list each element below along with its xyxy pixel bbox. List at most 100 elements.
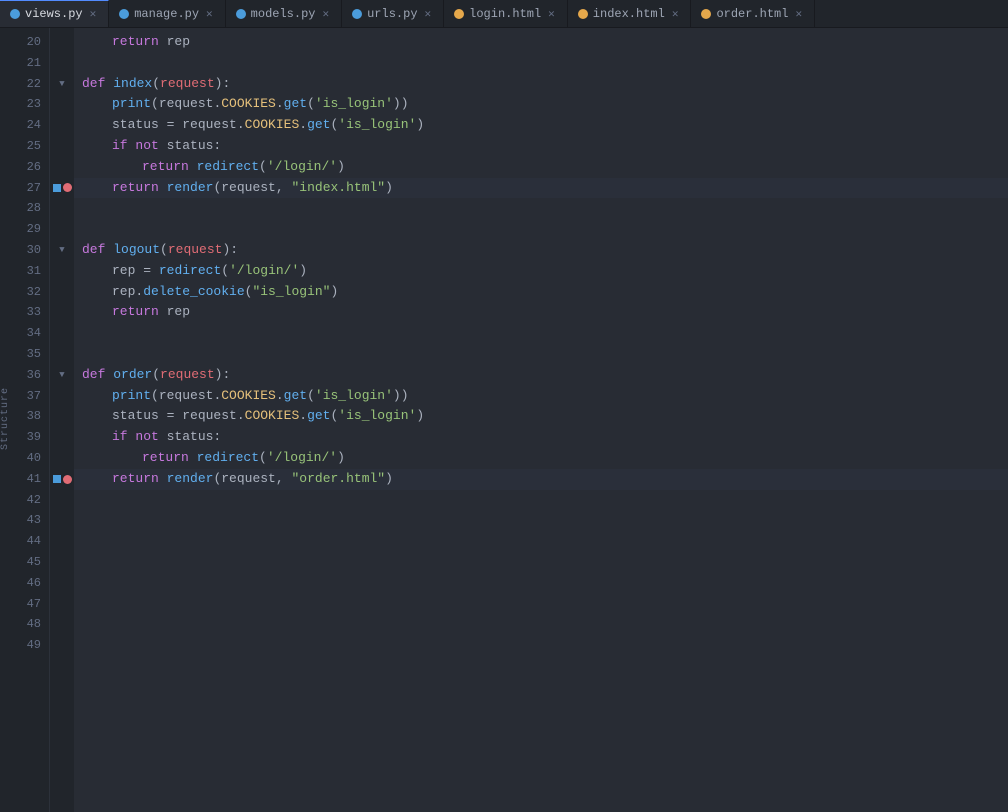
gutter: ▼ ▼ xyxy=(50,28,74,812)
tab-close-icon[interactable]: ✕ xyxy=(320,7,331,21)
tab-manage-py[interactable]: manage.py ✕ xyxy=(109,0,225,27)
tab-close-icon[interactable]: ✕ xyxy=(204,7,215,21)
line-num-47: 47 xyxy=(16,594,41,615)
gutter-cell-27[interactable] xyxy=(50,178,74,199)
line-num-34: 34 xyxy=(16,323,41,344)
gutter-cell-22[interactable]: ▼ xyxy=(50,74,74,95)
line-num-21: 21 xyxy=(16,53,41,74)
fold-icon-30[interactable]: ▼ xyxy=(59,245,64,255)
gutter-cell-34 xyxy=(50,323,74,344)
breakpoint-icon-27[interactable] xyxy=(63,183,72,192)
line-num-46: 46 xyxy=(16,573,41,594)
tab-close-icon[interactable]: ✕ xyxy=(88,7,99,21)
gutter-cell-29 xyxy=(50,219,74,240)
fold-icon-36[interactable]: ▼ xyxy=(59,370,64,380)
tab-bar: views.py ✕ manage.py ✕ models.py ✕ urls.… xyxy=(0,0,1008,28)
line-num-20: 20 xyxy=(16,32,41,53)
code-line-30: def logout ( request ) : xyxy=(74,240,1008,261)
breakpoint-icon-41[interactable] xyxy=(63,475,72,484)
code-line-24: status = request . COOKIES . get ( 'is_l… xyxy=(74,115,1008,136)
line-num-29: 29 xyxy=(16,219,41,240)
gutter-cell-41[interactable] xyxy=(50,469,74,490)
bookmark-icon-41[interactable] xyxy=(53,475,61,483)
gutter-cell-47 xyxy=(50,594,74,615)
gutter-cell-49 xyxy=(50,635,74,656)
gutter-cell-37 xyxy=(50,386,74,407)
gutter-cell-24 xyxy=(50,115,74,136)
code-line-20: return rep xyxy=(74,32,1008,53)
html-icon xyxy=(578,9,588,19)
gutter-cell-30[interactable]: ▼ xyxy=(50,240,74,261)
structure-sidebar: Structure xyxy=(0,28,12,812)
code-line-46 xyxy=(74,573,1008,594)
tab-label: login.html xyxy=(469,7,541,21)
tab-index-html[interactable]: index.html ✕ xyxy=(568,0,692,27)
editor-area: 20 21 22 23 24 25 26 27 28 29 30 31 32 3… xyxy=(12,28,1008,812)
gutter-cell-43 xyxy=(50,510,74,531)
gutter-cell-33 xyxy=(50,302,74,323)
gutter-cell-36[interactable]: ▼ xyxy=(50,365,74,386)
editor-container: Structure 20 21 22 23 24 25 26 27 28 29 … xyxy=(0,28,1008,812)
line-num-26: 26 xyxy=(16,157,41,178)
py-icon xyxy=(352,9,362,19)
tab-close-icon[interactable]: ✕ xyxy=(670,7,681,21)
gutter-cell-23 xyxy=(50,94,74,115)
line-num-44: 44 xyxy=(16,531,41,552)
code-line-27: return render ( request , "index.html" ) xyxy=(74,178,1008,199)
code-editor[interactable]: return rep def index ( request ) : print… xyxy=(74,28,1008,812)
tab-models-py[interactable]: models.py ✕ xyxy=(226,0,342,27)
bookmark-icon-27[interactable] xyxy=(53,184,61,192)
line-num-31: 31 xyxy=(16,261,41,282)
code-line-22: def index ( request ) : xyxy=(74,74,1008,95)
tab-order-html[interactable]: order.html ✕ xyxy=(691,0,815,27)
code-line-35 xyxy=(74,344,1008,365)
line-num-33: 33 xyxy=(16,302,41,323)
code-line-37: print ( request . COOKIES . get ( 'is_lo… xyxy=(74,386,1008,407)
code-line-32: rep . delete_cookie ( "is_login" ) xyxy=(74,282,1008,303)
tab-label: urls.py xyxy=(367,7,417,21)
line-num-30: 30 xyxy=(16,240,41,261)
gutter-cell-35 xyxy=(50,344,74,365)
code-line-26: return redirect ( '/login/' ) xyxy=(74,157,1008,178)
gutter-cell-20 xyxy=(50,32,74,53)
code-line-44 xyxy=(74,531,1008,552)
code-line-34 xyxy=(74,323,1008,344)
line-num-38: 38 xyxy=(16,406,41,427)
code-line-48 xyxy=(74,614,1008,635)
code-line-47 xyxy=(74,594,1008,615)
tab-label: models.py xyxy=(251,7,316,21)
gutter-cell-26 xyxy=(50,157,74,178)
line-num-43: 43 xyxy=(16,510,41,531)
fold-icon-22[interactable]: ▼ xyxy=(59,79,64,89)
line-num-25: 25 xyxy=(16,136,41,157)
tab-close-icon[interactable]: ✕ xyxy=(546,7,557,21)
line-num-40: 40 xyxy=(16,448,41,469)
line-num-28: 28 xyxy=(16,198,41,219)
line-num-45: 45 xyxy=(16,552,41,573)
gutter-cell-21 xyxy=(50,53,74,74)
line-num-35: 35 xyxy=(16,344,41,365)
gutter-cell-44 xyxy=(50,531,74,552)
py-icon xyxy=(119,9,129,19)
line-num-49: 49 xyxy=(16,635,41,656)
structure-label: Structure xyxy=(0,387,11,450)
code-line-49 xyxy=(74,635,1008,656)
line-numbers: 20 21 22 23 24 25 26 27 28 29 30 31 32 3… xyxy=(12,28,50,812)
tab-close-icon[interactable]: ✕ xyxy=(423,7,434,21)
line-num-48: 48 xyxy=(16,614,41,635)
gutter-cell-40 xyxy=(50,448,74,469)
gutter-cell-32 xyxy=(50,282,74,303)
html-icon xyxy=(454,9,464,19)
line-num-27: 27 xyxy=(16,178,41,199)
tab-label: order.html xyxy=(716,7,788,21)
line-num-24: 24 xyxy=(16,115,41,136)
tab-views-py[interactable]: views.py ✕ xyxy=(0,0,109,27)
tab-close-icon[interactable]: ✕ xyxy=(793,7,804,21)
code-line-29 xyxy=(74,219,1008,240)
tab-urls-py[interactable]: urls.py ✕ xyxy=(342,0,444,27)
line-num-39: 39 xyxy=(16,427,41,448)
code-line-36: def order ( request ) : xyxy=(74,365,1008,386)
gutter-cell-38 xyxy=(50,406,74,427)
tab-login-html[interactable]: login.html ✕ xyxy=(444,0,568,27)
html-icon xyxy=(701,9,711,19)
